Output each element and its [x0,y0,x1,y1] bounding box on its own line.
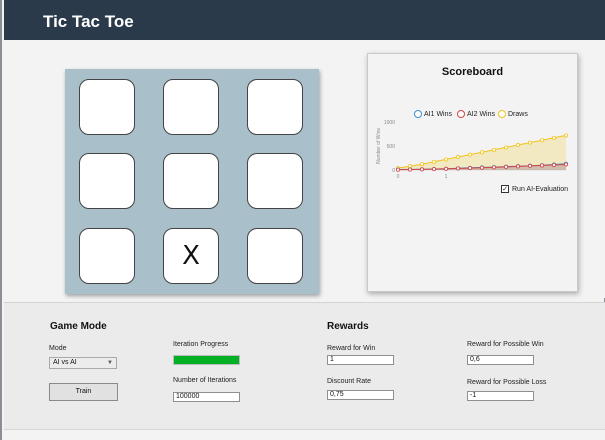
series-point-2-6 [468,152,473,157]
chevron-down-icon: ▼ [107,360,113,366]
reward-win-label: Reward for Win [327,345,376,352]
board-cell-0[interactable] [79,79,135,135]
series-point-1-0 [395,167,400,172]
mode-label: Mode [49,345,67,352]
board-cell-8[interactable] [247,228,303,284]
wins-chart: 0 500 1000 0 1 Number of Wins [376,120,568,180]
app-window: Tic Tac Toe X Scoreboard AI1 Wins AI2 Wi… [0,0,605,440]
reward-possible-loss-label: Reward for Possible Loss [467,379,547,386]
y-tick-label: 500 [387,144,396,150]
reward-possible-loss-input[interactable]: -1 [467,391,534,401]
series-point-1-5 [456,166,461,171]
y-tick-label: 0 [392,168,395,174]
title-bar: Tic Tac Toe [4,0,605,40]
mode-select-value: AI vs AI [53,359,77,366]
series-point-2-13 [551,135,556,140]
series-point-2-4 [444,157,449,162]
series-point-1-1 [408,167,413,172]
series-point-1-11 [527,163,532,168]
y-tick-label: 1000 [384,120,395,126]
reward-win-input[interactable]: 1 [327,355,394,365]
discount-rate-input[interactable]: 0,75 [327,390,394,400]
series-point-1-3 [432,167,437,172]
status-strip [4,429,605,440]
series-point-1-6 [468,166,473,171]
rewards-heading: Rewards [327,321,369,332]
series-point-2-10 [515,143,520,148]
chart-ticks: 0 500 1000 0 1 [384,120,448,180]
series-point-1-8 [492,165,497,170]
game-board: X [65,69,319,294]
train-button[interactable]: Train [49,383,118,401]
board-cell-3[interactable] [79,153,135,209]
series-point-1-12 [539,163,544,168]
board-cell-7[interactable]: X [163,228,219,284]
series-point-2-9 [503,145,508,150]
iterations-label: Number of Iterations [173,377,237,384]
board-cell-5[interactable] [247,153,303,209]
iteration-progress-bar [173,355,240,365]
run-eval-row[interactable]: ✓ Run AI-Evaluation [501,185,568,193]
board-cell-1[interactable] [163,79,219,135]
series-point-1-2 [420,167,425,172]
series-point-1-10 [515,164,520,169]
reward-possible-win-input[interactable]: 0,6 [467,355,534,365]
x-tick-label: 1 [445,174,448,180]
board-cell-6[interactable] [79,228,135,284]
board-cell-4[interactable] [163,153,219,209]
series-point-1-4 [444,166,449,171]
series-point-2-14 [563,133,568,138]
series-point-2-5 [456,155,461,160]
series-point-2-1 [408,164,413,169]
series-point-2-11 [527,140,532,145]
scoreboard-panel: Scoreboard AI1 Wins AI2 Wins Draws 0 500 1… [367,53,578,292]
progress-fill [174,356,239,364]
window-title: Tic Tac Toe [43,12,134,31]
run-eval-label: Run AI-Evaluation [512,185,569,193]
run-eval-checkbox[interactable]: ✓ [501,185,509,193]
reward-possible-win-label: Reward for Possible Win [467,341,544,348]
series-point-2-2 [420,162,425,167]
series-point-1-9 [503,164,508,169]
y-axis-label: Number of Wins [376,128,382,164]
series-point-1-13 [551,162,556,167]
discount-rate-label: Discount Rate [327,378,371,385]
iteration-progress-label: Iteration Progress [173,341,229,348]
series-point-2-7 [480,150,485,155]
series-point-2-12 [539,138,544,143]
iterations-input[interactable]: 100000 [173,392,240,402]
series-point-2-3 [432,159,437,164]
series-point-1-7 [480,165,485,170]
series-point-2-8 [492,147,497,152]
x-tick-label: 0 [397,174,400,180]
series-point-1-14 [563,162,568,167]
game-mode-heading: Game Mode [50,321,107,332]
board-cell-2[interactable] [247,79,303,135]
mode-select[interactable]: AI vs AI ▼ [49,357,117,369]
